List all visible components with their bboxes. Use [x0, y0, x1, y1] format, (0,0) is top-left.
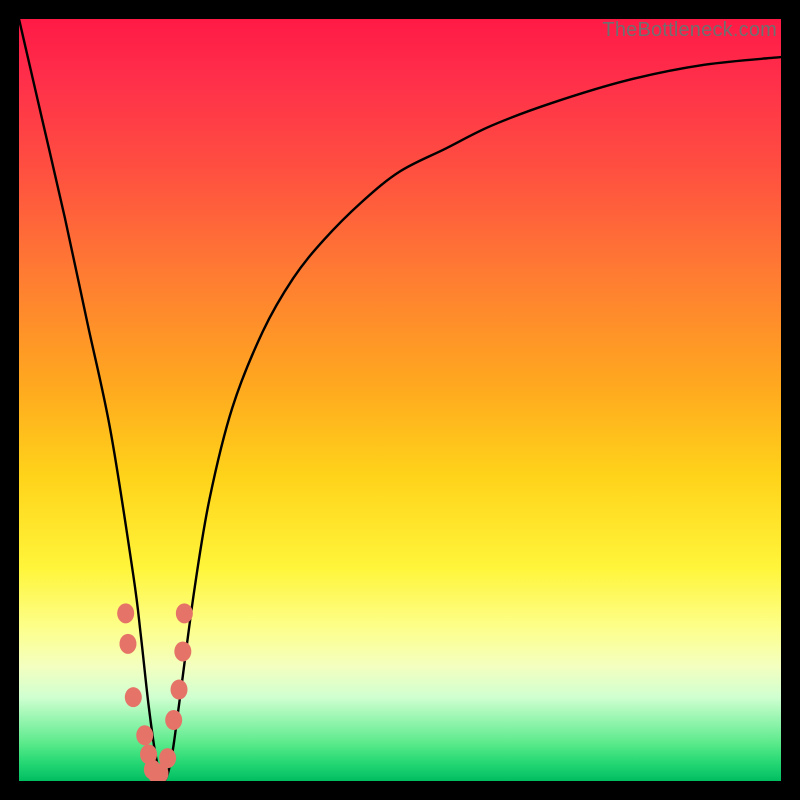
data-marker	[176, 603, 193, 623]
bottleneck-curve	[19, 19, 781, 781]
data-marker	[174, 641, 191, 661]
data-marker	[171, 680, 188, 700]
chart-overlay	[19, 19, 781, 781]
data-marker	[165, 710, 182, 730]
chart-frame: TheBottleneck.com	[19, 19, 781, 781]
data-marker	[125, 687, 142, 707]
curve-path	[19, 19, 781, 781]
data-marker	[159, 748, 176, 768]
data-markers	[117, 603, 193, 781]
data-marker	[136, 725, 153, 745]
data-marker	[119, 634, 136, 654]
data-marker	[117, 603, 134, 623]
